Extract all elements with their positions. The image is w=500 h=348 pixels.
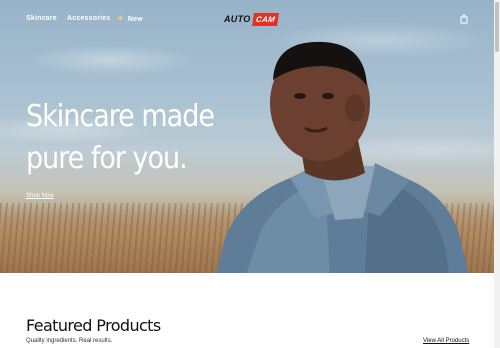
logo-text-auto: AUTO: [224, 14, 251, 24]
hero-headline-line-2: pure for you.: [26, 141, 188, 176]
view-all-products-link[interactable]: View All Products: [423, 338, 469, 344]
hero-headline: Skincare made pure for you.: [26, 96, 256, 180]
nav-link-new-label: New: [127, 15, 143, 23]
scrollbar-thumb[interactable]: [495, 2, 499, 52]
featured-products-subtitle: Quality ingredients. Real results.: [26, 338, 113, 344]
sparkle-icon: ✦: [117, 14, 124, 23]
page-scrollbar[interactable]: [494, 0, 500, 348]
shop-now-link[interactable]: Shop Now: [26, 193, 54, 199]
site-header: Skincare Accessories ✦ New AUTO CAM: [0, 0, 494, 38]
shopping-bag-icon[interactable]: [460, 14, 468, 24]
hero-headline-line-1: Skincare made: [26, 99, 215, 134]
nav-link-accessories[interactable]: Accessories: [67, 15, 110, 22]
logo-text-cam: CAM: [251, 12, 279, 26]
nav-link-new[interactable]: ✦ New: [117, 15, 143, 23]
featured-products-title: Featured Products: [26, 316, 161, 335]
nav-link-skincare[interactable]: Skincare: [26, 15, 57, 22]
site-logo[interactable]: AUTO CAM: [224, 12, 279, 26]
